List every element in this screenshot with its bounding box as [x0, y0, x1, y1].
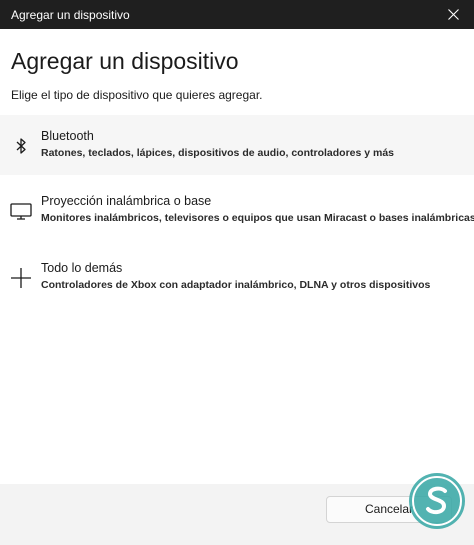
monitor-icon — [10, 200, 32, 222]
option-description: Monitores inalámbricos, televisores o eq… — [41, 212, 474, 224]
bluetooth-icon — [10, 135, 32, 157]
dialog-content: Agregar un dispositivo Elige el tipo de … — [0, 29, 474, 545]
watermark-logo — [406, 471, 468, 531]
title-bar: Agregar un dispositivo — [0, 0, 474, 29]
option-title: Bluetooth — [41, 129, 94, 143]
plus-icon — [10, 267, 32, 289]
page-title: Agregar un dispositivo — [11, 48, 239, 74]
close-icon — [448, 9, 459, 20]
dialog-footer: Cancelar — [0, 484, 474, 545]
page-subtitle: Elige el tipo de dispositivo que quieres… — [11, 88, 263, 102]
close-button[interactable] — [434, 0, 474, 29]
option-title: Todo lo demás — [41, 261, 123, 275]
option-title: Proyección inalámbrica o base — [41, 194, 212, 208]
option-bluetooth[interactable]: Bluetooth Ratones, teclados, lápices, di… — [0, 115, 474, 175]
option-description: Ratones, teclados, lápices, dispositivos… — [41, 147, 395, 159]
option-wireless-display[interactable]: Proyección inalámbrica o base Monitores … — [0, 180, 474, 240]
option-description: Controladores de Xbox con adaptador inal… — [41, 279, 431, 291]
window-title: Agregar un dispositivo — [11, 8, 130, 22]
option-everything-else[interactable]: Todo lo demás Controladores de Xbox con … — [0, 247, 474, 307]
